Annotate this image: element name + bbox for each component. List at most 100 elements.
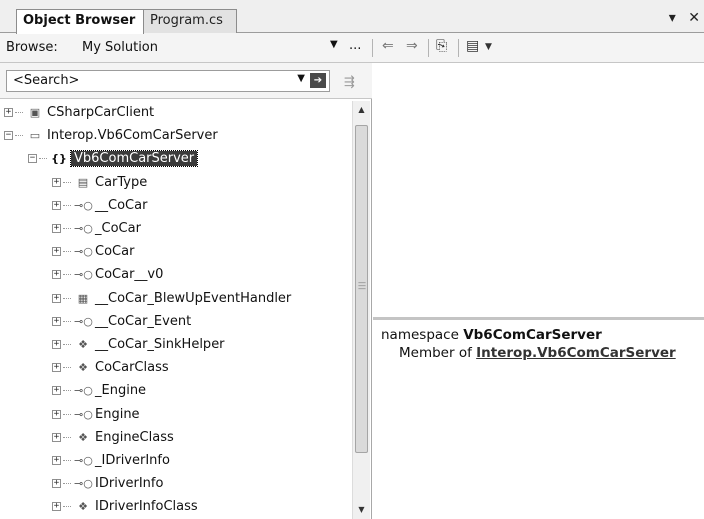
objects-pane: <Search> ▼ ➔ ⇶ + ▣ CSharpCarClient − ▭ Intero…: [0, 63, 372, 519]
tree-connector: [63, 413, 71, 415]
chevron-down-icon[interactable]: ▼: [330, 39, 338, 50]
tree-node[interactable]: + ⊸○ __CoCar: [52, 194, 147, 217]
clear-search-icon[interactable]: ⇶: [344, 75, 355, 90]
tree-node-label[interactable]: CoCar__v0: [95, 267, 163, 282]
delegate-icon: ▦: [77, 291, 89, 305]
interface-icon: ⊸○: [74, 222, 93, 235]
expand-icon[interactable]: +: [52, 479, 61, 489]
assembly-icon: ▭: [29, 129, 41, 143]
tree-node-label[interactable]: CarType: [95, 175, 147, 190]
tree-node-label[interactable]: CoCar: [95, 244, 134, 259]
tree-node-label[interactable]: _CoCar: [95, 221, 141, 236]
tree-node[interactable]: + ▦ __CoCar_BlewUpEventHandler: [52, 287, 291, 310]
collapse-icon[interactable]: −: [4, 131, 13, 141]
tree-node-label[interactable]: __CoCar_Event: [95, 314, 191, 329]
search-input[interactable]: <Search> ▼ ➔: [6, 70, 330, 92]
tab-object-browser[interactable]: Object Browser: [16, 9, 144, 34]
chevron-down-icon[interactable]: ▼: [297, 73, 305, 84]
tree-node[interactable]: + ❖ EngineClass: [52, 426, 174, 449]
tree-node-label[interactable]: _IDriverInfo: [95, 453, 170, 468]
tree-node[interactable]: + ⊸○ CoCar: [52, 240, 134, 263]
members-pane[interactable]: [373, 63, 704, 317]
description-member-of: Member of Interop.Vb6ComCarServer: [399, 345, 696, 361]
expand-icon[interactable]: +: [52, 340, 61, 349]
scroll-down-icon[interactable]: ▼: [353, 503, 370, 517]
tree-node-label[interactable]: _Engine: [95, 383, 146, 398]
class-icon: ❖: [78, 338, 88, 351]
tree-node[interactable]: + ⊸○ _Engine: [52, 379, 146, 402]
edit-custom-component-set-button[interactable]: ...: [349, 38, 361, 53]
tree-node[interactable]: + ▤ CarType: [52, 171, 147, 194]
settings-list-icon[interactable]: ▤: [466, 38, 479, 54]
tree-node[interactable]: + ❖ __CoCar_SinkHelper: [52, 333, 225, 356]
tree-scrollbar[interactable]: ▲ — — — ▼: [352, 101, 370, 519]
interface-icon: ⊸○: [74, 268, 93, 282]
interface-icon: ⊸○: [74, 407, 93, 421]
expand-icon[interactable]: +: [52, 177, 61, 187]
expand-icon[interactable]: +: [52, 247, 61, 257]
tree-node-label[interactable]: __CoCar_SinkHelper: [95, 337, 225, 352]
scroll-up-icon[interactable]: ▲: [353, 103, 370, 117]
collapse-icon[interactable]: −: [28, 154, 37, 164]
tree-node-label[interactable]: __CoCar_BlewUpEventHandler: [95, 291, 291, 306]
expand-icon[interactable]: +: [52, 224, 61, 233]
tree-connector: [63, 390, 71, 392]
tree-node-label[interactable]: EngineClass: [95, 430, 174, 445]
interface-icon: ⊸○: [74, 314, 93, 328]
tree-node[interactable]: + ⊸○ CoCar__v0: [52, 263, 163, 286]
expand-icon[interactable]: +: [52, 363, 61, 373]
expand-icon[interactable]: +: [52, 200, 61, 210]
tree-node[interactable]: + ❖ CoCarClass: [52, 356, 169, 379]
tree-node-label[interactable]: IDriverInfo: [95, 476, 163, 491]
back-arrow-icon[interactable]: ⇐: [382, 38, 394, 54]
close-icon[interactable]: ✕: [688, 10, 700, 26]
scrollbar-thumb[interactable]: — — —: [355, 125, 368, 453]
tree-node-label[interactable]: Engine: [95, 407, 140, 422]
tree-node-label[interactable]: IDriverInfoClass: [95, 499, 198, 514]
class-icon: ❖: [78, 361, 88, 375]
expand-icon[interactable]: +: [52, 316, 61, 326]
tab-dropdown-icon[interactable]: ▾: [669, 10, 676, 26]
expand-icon[interactable]: +: [52, 456, 61, 465]
search-go-icon[interactable]: ➔: [310, 73, 326, 88]
chevron-down-icon[interactable]: ▼: [485, 42, 492, 52]
namespace-icon: {}: [51, 152, 67, 166]
tree-node[interactable]: + ⊸○ Engine: [52, 403, 140, 426]
expand-icon[interactable]: +: [52, 293, 61, 303]
tree-node-label[interactable]: Interop.Vb6ComCarServer: [47, 128, 218, 143]
object-tree[interactable]: + ▣ CSharpCarClient − ▭ Interop.Vb6ComCarServ…: [0, 101, 352, 519]
tree-node[interactable]: − {} Vb6ComCarServer: [28, 147, 199, 170]
expand-icon[interactable]: +: [52, 409, 61, 419]
tree-node[interactable]: + ⊸○ __CoCar_Event: [52, 310, 191, 333]
expand-icon[interactable]: +: [52, 502, 61, 512]
tree-node[interactable]: + ⊸○ _CoCar: [52, 217, 141, 240]
tree-node[interactable]: + ⊸○ _IDriverInfo: [52, 449, 170, 472]
tree-node-label[interactable]: CoCarClass: [95, 360, 169, 375]
interface-icon: ⊸○: [74, 454, 93, 467]
class-icon: ❖: [78, 430, 88, 444]
tree-connector: [63, 460, 71, 461]
tree-node[interactable]: + ⊸○ IDriverInfo: [52, 472, 163, 495]
expand-icon[interactable]: +: [52, 432, 61, 442]
tree-node-label[interactable]: CSharpCarClient: [47, 105, 154, 120]
expand-icon[interactable]: +: [52, 270, 61, 280]
browse-toolbar: Browse: My Solution ▼ ... ⇐ ⇒ ⎘ ▤ ▼: [0, 33, 704, 63]
expand-icon[interactable]: +: [4, 108, 13, 117]
tree-node[interactable]: + ▣ CSharpCarClient: [4, 101, 154, 124]
forward-arrow-icon[interactable]: ⇒: [406, 38, 418, 54]
add-reference-icon[interactable]: ⎘: [436, 38, 447, 54]
tree-connector: [63, 297, 71, 299]
tree-node[interactable]: + ❖ IDriverInfoClass: [52, 495, 198, 518]
member-of-link[interactable]: Interop.Vb6ComCarServer: [476, 345, 676, 361]
tree-node-label[interactable]: Vb6ComCarServer: [69, 150, 199, 168]
tree-node-label[interactable]: __CoCar: [95, 198, 147, 213]
tree-connector: [63, 367, 71, 369]
expand-icon[interactable]: +: [52, 386, 61, 396]
browse-scope-dropdown[interactable]: My Solution: [82, 40, 158, 55]
toolbar-divider: [428, 39, 429, 57]
tree-node[interactable]: − ▭ Interop.Vb6ComCarServer: [4, 124, 218, 147]
tab-program-cs[interactable]: Program.cs: [143, 9, 237, 33]
interface-icon: ⊸○: [74, 477, 93, 491]
class-icon: ❖: [78, 500, 88, 514]
tree-connector: [15, 135, 23, 137]
